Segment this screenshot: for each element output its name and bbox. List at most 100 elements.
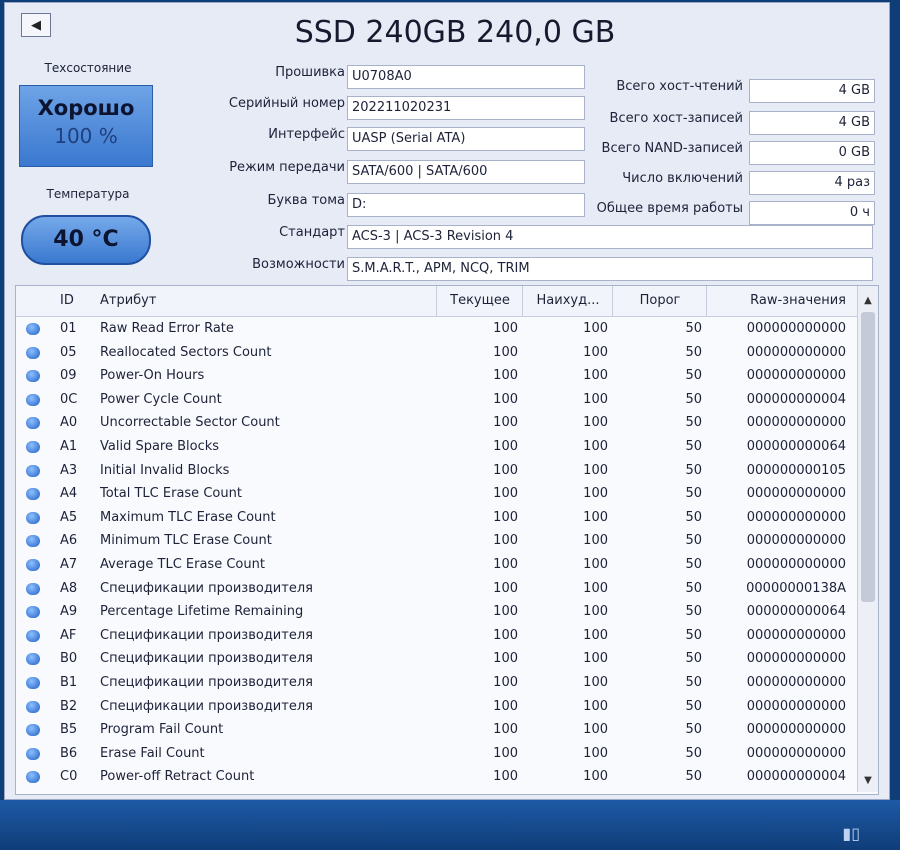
table-row[interactable]: A6 Minimum TLC Erase Count 100 100 50 0000000…: [16, 529, 878, 553]
host-reads-field: 4 GB: [749, 79, 875, 103]
header-worst[interactable]: Наихуд...: [528, 286, 608, 316]
table-row[interactable]: 0C Power Cycle Count 100 100 50 000000000004: [16, 388, 878, 412]
drive-letter-field: D:: [347, 193, 585, 217]
threshold-value: 50: [685, 651, 702, 667]
column-divider: [436, 286, 437, 316]
attribute-id: B1: [60, 674, 78, 690]
status-dot-icon: [26, 724, 40, 737]
current-value: 100: [493, 651, 518, 667]
smart-attributes-table[interactable]: ID Атрибут Текущее Наихуд... Порог Raw-з…: [15, 285, 879, 795]
health-percent: 100 %: [54, 124, 118, 148]
header-id[interactable]: ID: [60, 286, 90, 316]
attribute-id: 0C: [60, 391, 78, 407]
previous-disk-button[interactable]: ◀: [21, 13, 51, 37]
attribute-id: A1: [60, 438, 78, 454]
header-current[interactable]: Текущее: [442, 286, 518, 316]
threshold-value: 50: [685, 674, 702, 690]
raw-value: 000000000000: [746, 722, 846, 738]
worst-value: 100: [583, 556, 608, 572]
table-row[interactable]: B6 Erase Fail Count 100 100 50 000000000000: [16, 742, 878, 766]
attribute-id: A0: [60, 415, 78, 431]
table-row[interactable]: 09 Power-On Hours 100 100 50 000000000000: [16, 364, 878, 388]
worst-value: 100: [583, 462, 608, 478]
table-row[interactable]: A8 Спецификации производителя 100 100 50 0000…: [16, 577, 878, 601]
scroll-up-icon[interactable]: ▲: [858, 292, 878, 310]
power-on-hours-label: Общее время работы: [596, 201, 743, 216]
raw-value: 000000000000: [746, 415, 846, 431]
table-row[interactable]: 01 Raw Read Error Rate 100 100 50 00000000000…: [16, 317, 878, 341]
status-dot-icon: [26, 370, 40, 383]
attribute-id: A5: [60, 509, 78, 525]
attribute-name: Спецификации производителя: [100, 698, 313, 714]
table-row[interactable]: C0 Power-off Retract Count 100 100 50 0000000…: [16, 765, 878, 789]
threshold-value: 50: [685, 368, 702, 384]
worst-value: 100: [583, 438, 608, 454]
scrollbar-thumb[interactable]: [861, 312, 875, 602]
attribute-name: Reallocated Sectors Count: [100, 344, 272, 360]
raw-value: 000000000000: [746, 321, 846, 336]
worst-value: 100: [583, 745, 608, 761]
host-writes-label: Всего хост-записей: [609, 111, 743, 126]
current-value: 100: [493, 674, 518, 690]
status-dot-icon: [26, 582, 40, 595]
taskbar: ▮▯: [0, 800, 900, 850]
temperature-label: Температура: [46, 187, 130, 201]
attribute-id: 01: [60, 321, 77, 336]
current-value: 100: [493, 486, 518, 502]
attribute-name: Minimum TLC Erase Count: [100, 533, 272, 549]
status-dot-icon: [26, 393, 40, 406]
crystaldiskinfo-window: ◀ SSD 240GB 240,0 GB Техсостояние Хорошо…: [4, 2, 890, 800]
attribute-name: Спецификации производителя: [100, 651, 313, 667]
threshold-value: 50: [685, 321, 702, 336]
header-threshold[interactable]: Порог: [618, 286, 702, 316]
raw-value: 000000000000: [746, 368, 846, 384]
current-value: 100: [493, 604, 518, 620]
attribute-name: Спецификации производителя: [100, 627, 313, 643]
health-status-box[interactable]: Хорошо 100 %: [19, 85, 153, 167]
threshold-value: 50: [685, 604, 702, 620]
worst-value: 100: [583, 604, 608, 620]
worst-value: 100: [583, 769, 608, 785]
table-row[interactable]: 05 Reallocated Sectors Count 100 100 50 00000…: [16, 341, 878, 365]
raw-value: 000000000000: [746, 486, 846, 502]
worst-value: 100: [583, 415, 608, 431]
worst-value: 100: [583, 533, 608, 549]
header-attribute[interactable]: Атрибут: [100, 286, 156, 316]
current-value: 100: [493, 627, 518, 643]
table-row[interactable]: B1 Спецификации производителя 100 100 50 0000…: [16, 671, 878, 695]
attribute-name: Raw Read Error Rate: [100, 321, 234, 336]
table-row[interactable]: B0 Спецификации производителя 100 100 50 0000…: [16, 647, 878, 671]
table-row[interactable]: A7 Average TLC Erase Count 100 100 50 0000000…: [16, 553, 878, 577]
scroll-down-icon[interactable]: ▼: [858, 772, 878, 790]
drive-letter-label: Буква тома: [267, 193, 345, 208]
worst-value: 100: [583, 344, 608, 360]
table-row[interactable]: B5 Program Fail Count 100 100 50 000000000000: [16, 718, 878, 742]
table-row[interactable]: A4 Total TLC Erase Count 100 100 50 000000000…: [16, 482, 878, 506]
table-row[interactable]: A5 Maximum TLC Erase Count 100 100 50 0000000…: [16, 506, 878, 530]
temperature-value[interactable]: 40 °C: [21, 215, 151, 265]
raw-value: 00000000138A: [746, 580, 846, 596]
header-raw[interactable]: Raw-значения: [712, 286, 846, 316]
threshold-value: 50: [685, 745, 702, 761]
status-dot-icon: [26, 511, 40, 524]
threshold-value: 50: [685, 627, 702, 643]
table-row[interactable]: B2 Спецификации производителя 100 100 50 0000…: [16, 695, 878, 719]
tray-icon[interactable]: ▮▯: [842, 824, 860, 843]
table-row[interactable]: A1 Valid Spare Blocks 100 100 50 000000000064: [16, 435, 878, 459]
vertical-scrollbar[interactable]: ▲ ▼: [857, 286, 878, 792]
worst-value: 100: [583, 651, 608, 667]
table-row[interactable]: A0 Uncorrectable Sector Count 100 100 50 0000…: [16, 411, 878, 435]
status-dot-icon: [26, 488, 40, 501]
raw-value: 000000000000: [746, 651, 846, 667]
threshold-value: 50: [685, 509, 702, 525]
status-dot-icon: [26, 323, 40, 335]
interface-field: UASP (Serial ATA): [347, 127, 585, 151]
current-value: 100: [493, 556, 518, 572]
column-divider: [706, 286, 707, 316]
table-row[interactable]: AF Спецификации производителя 100 100 50 0000…: [16, 624, 878, 648]
table-row[interactable]: A3 Initial Invalid Blocks 100 100 50 00000000…: [16, 459, 878, 483]
table-row[interactable]: A9 Percentage Lifetime Remaining 100 100 50 0…: [16, 600, 878, 624]
current-value: 100: [493, 321, 518, 336]
threshold-value: 50: [685, 415, 702, 431]
current-value: 100: [493, 415, 518, 431]
